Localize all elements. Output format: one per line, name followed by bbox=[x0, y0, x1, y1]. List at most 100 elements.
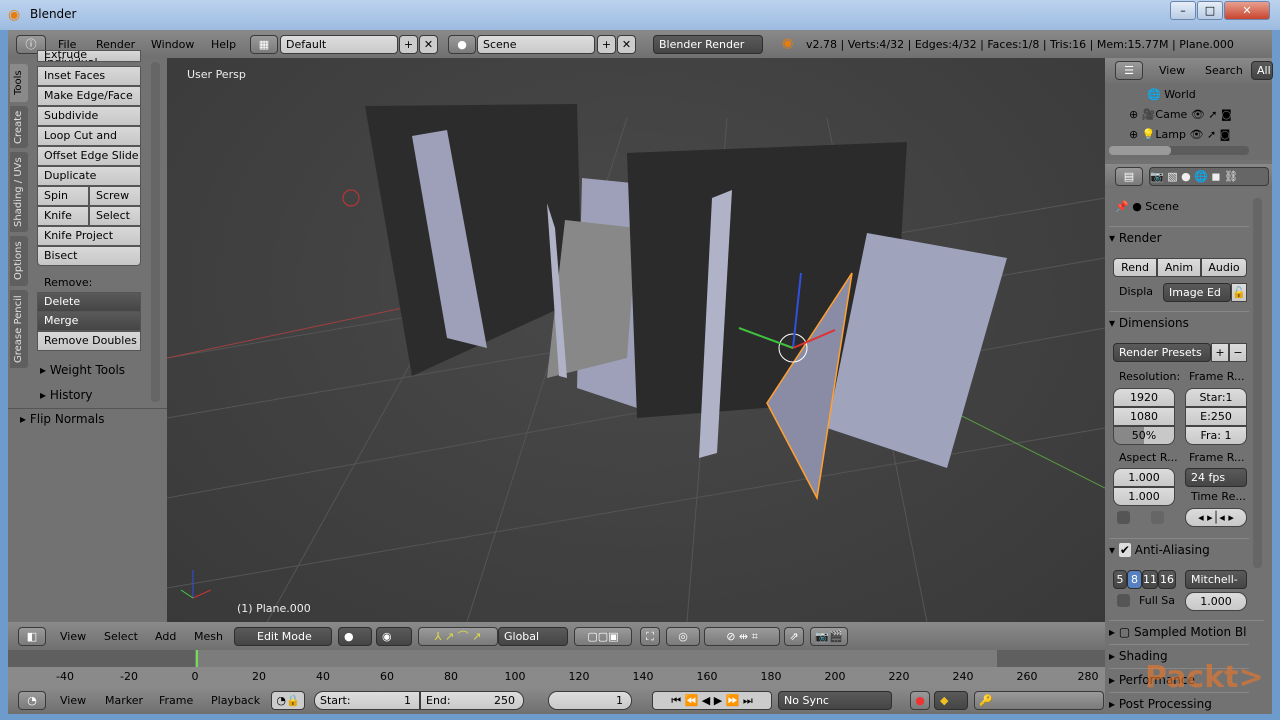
proportional-edit-icon[interactable]: ◎ bbox=[666, 627, 700, 646]
remove-layout-icon[interactable]: ✕ bbox=[419, 35, 438, 54]
menu-help[interactable]: Help bbox=[211, 38, 236, 51]
fps-select[interactable]: 24 fps bbox=[1185, 468, 1247, 487]
tool-inset-faces[interactable]: Inset Faces bbox=[37, 66, 141, 86]
aa-filter-size-field[interactable]: 1.000 bbox=[1185, 592, 1247, 611]
editor-type-properties-icon[interactable]: ▤ bbox=[1115, 167, 1143, 186]
tool-bisect[interactable]: Bisect bbox=[37, 246, 141, 266]
start-frame-field[interactable]: Start: 1 bbox=[314, 691, 420, 710]
remove-scene-icon[interactable]: ✕ bbox=[617, 35, 636, 54]
frame-step-field[interactable]: Fra: 1 bbox=[1185, 426, 1247, 445]
menu-view[interactable]: View bbox=[60, 630, 86, 643]
mode-select[interactable]: Edit Mode bbox=[234, 627, 332, 646]
frame-start-field[interactable]: Star:1 bbox=[1185, 388, 1247, 407]
occlude-icon[interactable]: ⛶ bbox=[640, 627, 660, 646]
aspect-y-field[interactable]: 1.000 bbox=[1113, 487, 1175, 506]
properties-scrollbar[interactable] bbox=[1253, 198, 1262, 568]
tool-extrude-individual[interactable]: Extrude Individual bbox=[37, 50, 141, 62]
tool-knife[interactable]: Knife bbox=[37, 206, 89, 226]
aa-filter-select[interactable]: Mitchell- bbox=[1185, 570, 1247, 589]
current-frame-marker[interactable] bbox=[196, 650, 198, 667]
timeline[interactable]: -40 -20 0 20 40 60 80 100 120 140 160 18… bbox=[8, 650, 1105, 688]
delete-menu[interactable]: Delete bbox=[37, 292, 141, 312]
menu-add[interactable]: Add bbox=[155, 630, 176, 643]
tool-offset-edge-slide[interactable]: Offset Edge Slide bbox=[37, 146, 141, 166]
maximize-button[interactable]: □ bbox=[1197, 1, 1223, 20]
tool-knife-select[interactable]: Select bbox=[89, 206, 141, 226]
time-remap-fields[interactable]: ◂ ▸│◂ ▸ bbox=[1185, 508, 1247, 527]
menu-window[interactable]: Window bbox=[151, 38, 194, 51]
outliner-filter-select[interactable]: All bbox=[1251, 61, 1273, 80]
tool-remove-doubles[interactable]: Remove Doubles bbox=[37, 331, 141, 351]
viewport-shading-select[interactable]: ● bbox=[338, 627, 372, 646]
frame-end-field[interactable]: E:250 bbox=[1185, 407, 1247, 426]
render-audio-button[interactable]: Audio bbox=[1201, 258, 1247, 277]
tab-grease-pencil[interactable]: Grease Pencil bbox=[10, 290, 28, 368]
outliner-item-camera[interactable]: ⊕ 🎥Came 👁 ➚ ◙ bbox=[1129, 108, 1259, 121]
tool-knife-project[interactable]: Knife Project bbox=[37, 226, 141, 246]
current-frame-field[interactable]: 1 bbox=[548, 691, 632, 710]
render-icons[interactable]: 📷🎬 bbox=[810, 627, 848, 646]
opengl-render-icon[interactable]: ⇗ bbox=[784, 627, 804, 646]
scene-icon[interactable]: ● bbox=[448, 35, 476, 54]
preview-range-lock-icon[interactable]: ◔🔒 bbox=[271, 691, 305, 710]
record-icon[interactable]: ● bbox=[910, 691, 930, 710]
tool-screw[interactable]: Screw bbox=[89, 186, 141, 206]
render-engine-select[interactable]: Blender Render bbox=[653, 35, 763, 54]
tool-make-edge-face[interactable]: Make Edge/Face bbox=[37, 86, 141, 106]
close-button[interactable]: ✕ bbox=[1224, 1, 1270, 20]
editor-type-3d-icon[interactable]: ◧ bbox=[18, 627, 46, 646]
add-preset-icon[interactable]: + bbox=[1211, 343, 1229, 362]
keying-set-field[interactable]: 🔑 bbox=[974, 691, 1104, 710]
keying-icon[interactable]: ◆ bbox=[934, 691, 968, 710]
aspect-x-field[interactable]: 1.000 bbox=[1113, 468, 1175, 487]
orientation-select[interactable]: Global bbox=[498, 627, 568, 646]
border-checkbox[interactable] bbox=[1117, 511, 1130, 524]
render-image-button[interactable]: Rend bbox=[1113, 258, 1157, 277]
pivot-select[interactable]: ◉ bbox=[376, 627, 412, 646]
menu-view[interactable]: View bbox=[1159, 64, 1185, 77]
sampled-motion-blur-panel[interactable]: ▸ ▢ Sampled Motion Bl bbox=[1109, 620, 1264, 639]
dimensions-panel-header[interactable]: ▾ Dimensions bbox=[1109, 311, 1249, 330]
merge-menu[interactable]: Merge bbox=[37, 311, 141, 331]
render-panel-header[interactable]: ▾ Render bbox=[1109, 226, 1249, 245]
layout-field[interactable]: Default bbox=[280, 35, 398, 54]
tab-options[interactable]: Options bbox=[10, 236, 28, 286]
operator-panel-flip-normals[interactable]: ▸ Flip Normals bbox=[20, 412, 105, 426]
aa-samples-11[interactable]: 11 bbox=[1142, 570, 1158, 589]
tool-spin[interactable]: Spin bbox=[37, 186, 89, 206]
layout-icon[interactable]: ▦ bbox=[250, 35, 278, 54]
weight-tools-panel[interactable]: ▸ Weight Tools bbox=[40, 363, 125, 377]
outliner-item-world[interactable]: 🌐 World bbox=[1147, 88, 1196, 101]
menu-playback[interactable]: Playback bbox=[211, 694, 260, 707]
anti-aliasing-panel-header[interactable]: ▾ ✔ Anti-Aliasing bbox=[1109, 538, 1249, 557]
menu-view[interactable]: View bbox=[60, 694, 86, 707]
menu-select[interactable]: Select bbox=[104, 630, 138, 643]
aa-samples-5[interactable]: 5 bbox=[1113, 570, 1127, 589]
render-presets-select[interactable]: Render Presets bbox=[1113, 343, 1211, 362]
history-panel[interactable]: ▸ History bbox=[40, 388, 93, 402]
end-frame-field[interactable]: End: 250 bbox=[420, 691, 524, 710]
shelf-scrollbar[interactable] bbox=[151, 62, 160, 402]
3d-viewport[interactable]: User Persp (1) Plane.000 bbox=[167, 58, 1105, 622]
resolution-percentage-slider[interactable]: 50% bbox=[1113, 426, 1175, 445]
menu-frame[interactable]: Frame bbox=[159, 694, 193, 707]
aa-samples-16[interactable]: 16 bbox=[1158, 570, 1176, 589]
anti-aliasing-checkbox[interactable]: ✔ bbox=[1118, 543, 1131, 557]
minimize-button[interactable]: – bbox=[1170, 1, 1196, 20]
editor-type-timeline-icon[interactable]: ◔ bbox=[18, 691, 46, 710]
add-layout-icon[interactable]: + bbox=[399, 35, 418, 54]
outliner-item-lamp[interactable]: ⊕ 💡Lamp 👁 ➚ ◙ bbox=[1129, 128, 1259, 141]
outliner-hscrollbar[interactable] bbox=[1109, 146, 1249, 155]
full-sample-checkbox[interactable] bbox=[1117, 594, 1130, 607]
sync-select[interactable]: No Sync bbox=[778, 691, 892, 710]
render-animation-button[interactable]: Anim bbox=[1157, 258, 1201, 277]
display-select[interactable]: Image Ed bbox=[1163, 283, 1231, 302]
tool-duplicate[interactable]: Duplicate bbox=[37, 166, 141, 186]
frame-ruler[interactable]: -40 -20 0 20 40 60 80 100 120 140 160 18… bbox=[8, 667, 1105, 688]
tool-loop-cut-and-slide[interactable]: Loop Cut and Slide bbox=[37, 126, 141, 160]
crop-checkbox[interactable] bbox=[1151, 511, 1164, 524]
resolution-x-field[interactable]: 1920 bbox=[1113, 388, 1175, 407]
tab-shading-uvs[interactable]: Shading / UVs bbox=[10, 152, 28, 232]
scene-field[interactable]: Scene bbox=[477, 35, 595, 54]
menu-search[interactable]: Search bbox=[1205, 64, 1243, 77]
